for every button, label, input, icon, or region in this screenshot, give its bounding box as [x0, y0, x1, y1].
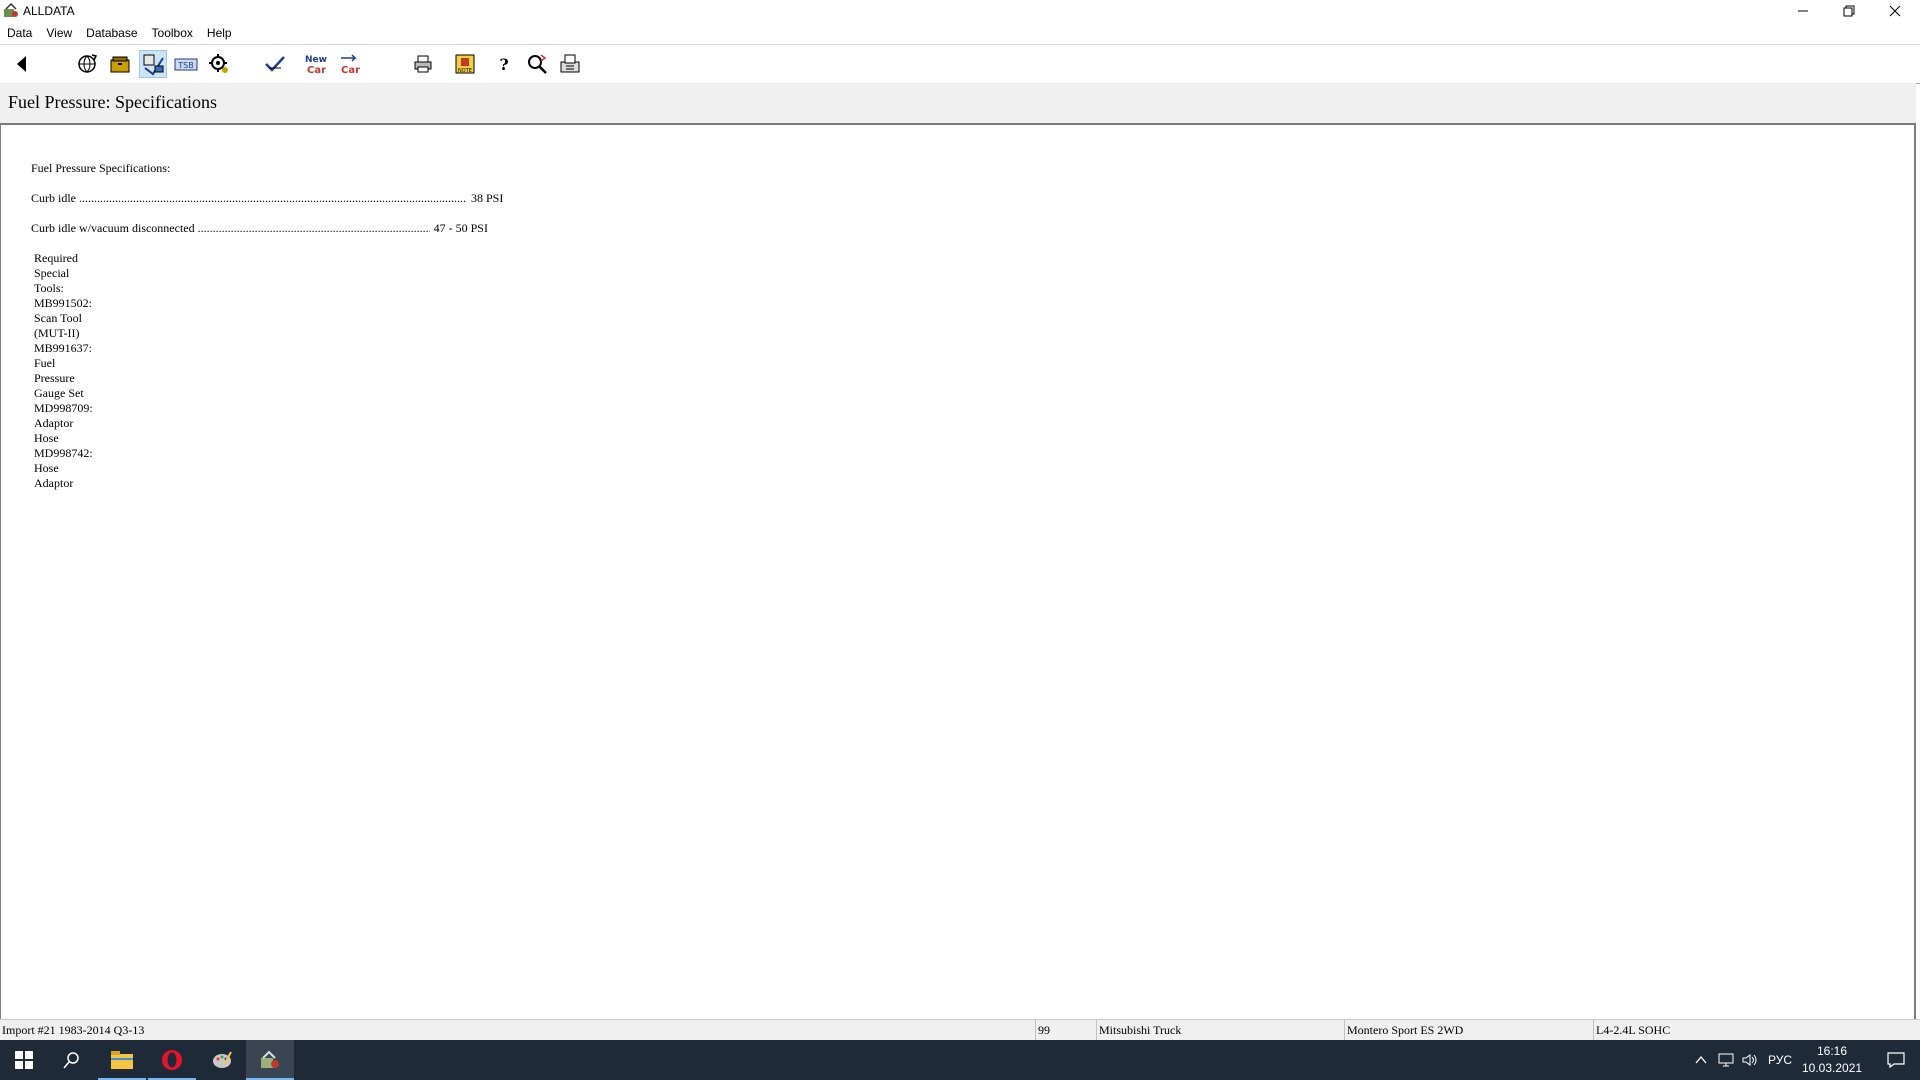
taskbar-opera[interactable] [148, 1040, 196, 1080]
folder-icon [110, 56, 130, 73]
vehicle-select-icon [143, 54, 164, 76]
search-icon [63, 1052, 79, 1069]
checklist-button[interactable] [261, 50, 289, 78]
alldata-app-icon [261, 1050, 279, 1068]
back-button[interactable] [8, 50, 36, 78]
status-model: Montero Sport ES 2WD [1344, 1020, 1592, 1040]
status-year: 99 [1035, 1020, 1093, 1040]
back-arrow-icon [17, 56, 26, 72]
component-locator-icon [209, 54, 228, 73]
minimize-icon [1798, 10, 1808, 12]
taskbar-app[interactable] [198, 1040, 246, 1080]
window-title: ALLDATA [23, 4, 75, 18]
help-icon: ? [499, 55, 508, 74]
taskbar: РУС 16:16 10.03.2021 [0, 1040, 1920, 1080]
page-title: Fuel Pressure: Specifications [8, 92, 217, 112]
svg-text:Car: Car [341, 65, 360, 76]
globe-refresh-icon [78, 54, 98, 73]
tool-item: MD998709: Adaptor Hose [34, 401, 93, 445]
special-tools: Required Special Tools: MB991502: Scan T… [34, 251, 93, 491]
toolbar: TSB New Car Car NOTE ? [0, 44, 1920, 84]
menu-database[interactable]: Database [79, 23, 144, 43]
menu-help[interactable]: Help [200, 23, 239, 43]
alldata-app-icon [4, 3, 18, 17]
status-make: Mitsubishi Truck [1096, 1020, 1339, 1040]
content-pane[interactable]: Fuel Pressure Specifications: Curb idle … [0, 125, 1916, 1019]
taskbar-alldata[interactable] [246, 1040, 294, 1080]
svg-text:New: New [305, 55, 327, 65]
taskbar-file-explorer[interactable] [98, 1040, 146, 1080]
tool-item: MB991502: Scan Tool (MUT-II) [34, 296, 93, 340]
opera-icon [162, 1050, 182, 1070]
tsb-icon: TSB [174, 58, 198, 71]
change-car-icon: Car [341, 54, 360, 76]
print-button[interactable] [409, 50, 437, 78]
leader-dots: ........................................… [79, 191, 467, 205]
search-button[interactable] [523, 50, 551, 78]
new-car-button[interactable]: New Car [302, 50, 330, 78]
tools-heading: Required Special Tools: [34, 251, 78, 295]
page-header: Fuel Pressure: Specifications [0, 83, 1916, 125]
fax-button[interactable] [556, 50, 584, 78]
volume-icon[interactable] [1742, 1053, 1758, 1067]
print-icon [414, 55, 432, 73]
svg-text:NOTE: NOTE [458, 68, 472, 74]
clock-date: 10.03.2021 [1802, 1061, 1863, 1075]
menu-toolbox[interactable]: Toolbox [145, 23, 200, 43]
check-icon [265, 56, 285, 72]
svg-text:Car: Car [307, 65, 326, 76]
component-locator-button[interactable] [205, 50, 233, 78]
language-indicator[interactable]: РУС [1768, 1053, 1792, 1067]
spec-row-curb-idle-vacuum: Curb idle w/vacuum disconnected ........… [31, 221, 488, 236]
note-button[interactable]: NOTE [451, 50, 479, 78]
clock-time: 16:16 [1816, 1044, 1848, 1058]
help-button[interactable]: ? [490, 50, 518, 78]
menu-view[interactable]: View [39, 23, 79, 43]
restore-button[interactable] [1826, 0, 1872, 22]
restore-icon [1843, 5, 1855, 17]
status-bar: Import #21 1983-2014 Q3-13 99 Mitsubishi… [0, 1019, 1920, 1040]
tsb-button[interactable]: TSB [172, 50, 200, 78]
minimize-button[interactable] [1780, 0, 1826, 22]
menu-bar: Data View Database Toolbox Help [0, 23, 1920, 43]
spec-row-curb-idle: Curb idle ..............................… [31, 191, 503, 206]
paint-icon [213, 1051, 232, 1068]
spec-value: 38 PSI [471, 191, 504, 205]
clock[interactable]: 16:16 10.03.2021 [1802, 1043, 1862, 1077]
tool-item: MD998742: Hose Adaptor [34, 446, 93, 490]
change-car-button[interactable]: Car [336, 50, 364, 78]
taskbar-search-button[interactable] [48, 1040, 96, 1080]
svg-text:?: ? [499, 55, 508, 74]
status-database: Import #21 1983-2014 Q3-13 [2, 1023, 145, 1037]
tool-item: MB991637: Fuel Pressure Gauge Set [34, 341, 93, 400]
spec-label: Curb idle [31, 191, 76, 205]
start-button[interactable] [0, 1040, 48, 1080]
update-button[interactable] [73, 50, 101, 78]
title-bar: ALLDATA [0, 0, 1920, 22]
new-car-icon: NewCar [305, 55, 327, 76]
notification-icon [1887, 1052, 1905, 1068]
spec-value: 47 - 50 PSI [433, 221, 488, 235]
fax-icon [560, 54, 580, 73]
vehicle-select-button[interactable] [139, 50, 167, 78]
spec-heading: Fuel Pressure Specifications: [31, 161, 171, 175]
search-icon [528, 54, 547, 74]
windows-icon [15, 1051, 33, 1069]
leader-dots: ........................................… [197, 221, 430, 235]
svg-text:TSB: TSB [177, 61, 193, 70]
spec-label: Curb idle w/vacuum disconnected [31, 221, 195, 235]
folder-icon [111, 1051, 133, 1069]
menu-data[interactable]: Data [0, 23, 39, 43]
close-icon [1889, 5, 1901, 17]
close-button[interactable] [1872, 0, 1918, 22]
notifications-button[interactable] [1872, 1040, 1920, 1080]
network-icon[interactable] [1718, 1053, 1734, 1067]
note-icon: NOTE [455, 54, 475, 74]
system-tray: РУС [1694, 1040, 1792, 1080]
status-engine: L4-2.4L SOHC [1593, 1020, 1916, 1040]
chevron-up-icon[interactable] [1694, 1053, 1708, 1067]
open-folder-button[interactable] [106, 50, 134, 78]
